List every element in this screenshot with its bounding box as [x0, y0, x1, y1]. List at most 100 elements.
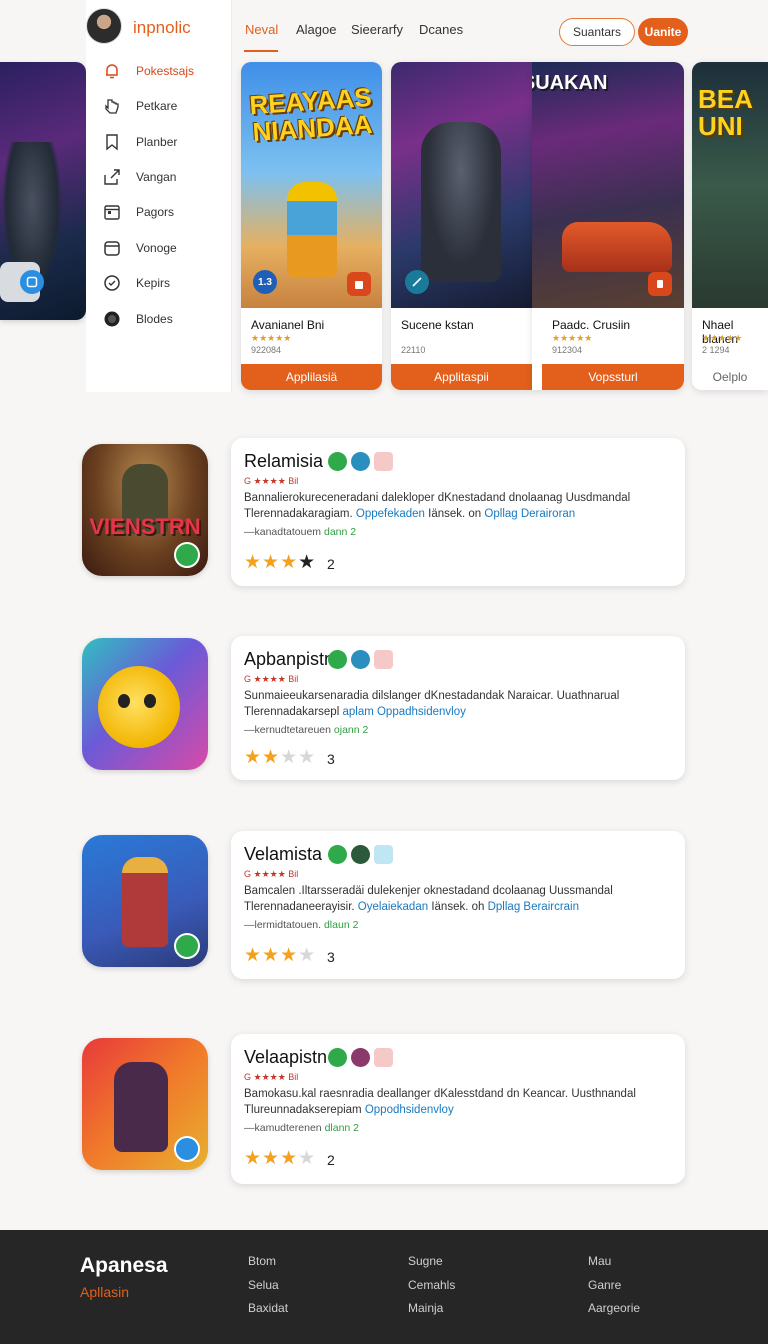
footer-link[interactable]: Sugne	[408, 1254, 443, 1268]
app-meta: —kanadtatouem dann 2	[244, 526, 357, 538]
footer-link[interactable]: Cemahls	[408, 1278, 455, 1292]
game-name: Sucene kstan	[401, 318, 474, 332]
link-a[interactable]: Oppodhsidenvloy	[365, 1104, 454, 1116]
featured-card-partial[interactable]: BEA UNI Nhael blanen ★★★★★ 2 1294 Oelplo	[692, 62, 768, 390]
close-icon[interactable]	[374, 452, 393, 471]
sidebar-item-planber[interactable]: Planber	[102, 132, 232, 154]
avatar[interactable]	[86, 8, 122, 44]
footer-link[interactable]: Ganre	[588, 1278, 621, 1292]
footer: Apanesa Apllasin Btom Selua Baxidat Sugn…	[0, 1230, 768, 1344]
app-subtitle: G ★★★★ Bil	[244, 1072, 299, 1082]
link-b[interactable]: Opllag Derairoran	[484, 508, 575, 520]
install-button[interactable]: Oelplo	[692, 364, 768, 390]
featured-art: REAYAAS NIANDAA 1.3	[241, 62, 382, 308]
app-card[interactable]: Velamista G ★★★★ Bil Bamcalen .Iltarsser…	[231, 831, 685, 979]
install-button[interactable]: Vopssturl	[542, 364, 684, 390]
app-icon[interactable]	[82, 835, 208, 967]
game-name: Avanianel Bni	[251, 318, 325, 332]
rating-stars: ★★★★	[244, 747, 317, 768]
android-badge-icon	[648, 272, 672, 296]
sidebar-item-vangan[interactable]: Vangan	[102, 167, 232, 189]
app-description: Bannalierokureceneradani dalekloper dKne…	[244, 492, 631, 520]
link-a[interactable]: aplam Oppadhsidenvloy	[342, 706, 465, 718]
rating-count: 3	[327, 751, 335, 767]
link-a[interactable]: Oyelaiekadan	[358, 901, 428, 913]
footer-link[interactable]: Aargeorie	[588, 1301, 640, 1315]
featured-art	[391, 62, 532, 308]
game-meta: 922084	[251, 345, 282, 355]
verified-icon	[328, 650, 347, 669]
sidebar-item-label: Kepirs	[136, 276, 171, 290]
app-card[interactable]: Apbanpistn G ★★★★ Bil Sunmaieeukarsenara…	[231, 636, 685, 780]
mascot-art	[98, 666, 180, 748]
suantars-button[interactable]: Suantars	[559, 18, 635, 46]
app-description: Bamokasu.kal raesnradia deallanger dKale…	[244, 1088, 636, 1116]
app-card[interactable]: Relamisia G ★★★★ Bil Bannalierokurecener…	[231, 438, 685, 586]
app-card[interactable]: Velaapistn G ★★★★ Bil Bamokasu.kal raesn…	[231, 1034, 685, 1184]
app-icon[interactable]	[82, 638, 208, 770]
uanite-button[interactable]: Uanite	[638, 18, 688, 46]
close-icon[interactable]	[374, 845, 393, 864]
footer-brand: Apanesa	[80, 1254, 168, 1277]
sidebar-item-label: Vonoge	[136, 241, 177, 255]
close-icon[interactable]	[374, 1048, 393, 1067]
install-button[interactable]: Applilasiä	[241, 364, 382, 390]
tab-alagoe[interactable]: Alagoe	[296, 22, 336, 37]
bell-icon	[106, 64, 118, 79]
tab-sieerarfy[interactable]: Sieerarfy	[351, 22, 403, 37]
close-icon[interactable]	[374, 650, 393, 669]
link-a[interactable]: Oppefekaden	[356, 508, 425, 520]
mascot-eye	[118, 694, 130, 708]
sidebar-item-petkare[interactable]: Petkare	[102, 96, 232, 118]
game-stars: ★★★★★	[552, 333, 593, 343]
soldier-art	[122, 857, 168, 947]
game-stars: ★★★★★	[702, 333, 743, 343]
active-tab-underline	[244, 50, 278, 52]
game-meta: 912304	[552, 345, 583, 355]
clock-icon	[104, 275, 120, 291]
app-subtitle: G ★★★★ Bil	[244, 869, 299, 879]
footer-link[interactable]: Baxidat	[248, 1301, 288, 1315]
footer-link[interactable]: Mainja	[408, 1301, 443, 1315]
tab-dcanes[interactable]: Dcanes	[419, 22, 463, 37]
game-meta: 2 1294	[702, 345, 730, 355]
sidebar-item-label: Pokestsajs	[136, 64, 195, 78]
mascot-eye	[144, 694, 156, 708]
verified-icon	[328, 1048, 347, 1067]
twitter-badge-icon	[174, 1136, 200, 1162]
tab-neval[interactable]: Neval	[245, 22, 278, 37]
featured-card[interactable]: Sucene kstan 22110 Applitaspii	[391, 62, 532, 390]
app-icon[interactable]: VIENSTRN	[82, 444, 208, 576]
rating-count: 2	[327, 556, 335, 572]
brand: inpnolic	[86, 8, 232, 48]
sidebar-item-blodes[interactable]: Blodes	[102, 309, 232, 331]
featured-art-title: BEA UNI	[698, 84, 752, 142]
rating-stars: ★★★★	[244, 1148, 317, 1169]
footer-link[interactable]: Btom	[248, 1254, 276, 1268]
game-stars: ★★★★★	[251, 333, 292, 343]
sidebar-item-kepirs[interactable]: Kepirs	[102, 273, 232, 295]
calendar-icon	[104, 205, 120, 220]
game-meta: 22110	[401, 345, 426, 355]
sidebar-item-label: Petkare	[136, 99, 178, 113]
sidebar-item-pokestsajs[interactable]: Pokestsajs	[102, 61, 232, 83]
sidebar-item-vonoge[interactable]: Vonoge	[102, 238, 232, 260]
footer-brand-sub: Apllasin	[80, 1284, 130, 1300]
sidebar: inpnolic Pokestsajs Petkare Planber Vang…	[86, 0, 232, 392]
footer-link[interactable]: Selua	[248, 1278, 279, 1292]
check-badge-icon	[174, 542, 200, 568]
hand-pointer-icon	[105, 99, 119, 114]
app-icon[interactable]	[82, 1038, 208, 1170]
app-subtitle: G ★★★★ Bil	[244, 476, 299, 486]
install-button[interactable]: Applitaspii	[391, 364, 532, 390]
rating-count: 3	[327, 949, 335, 965]
sidebar-item-pagors[interactable]: Pagors	[102, 202, 232, 224]
hero-card-partial[interactable]	[0, 62, 86, 320]
featured-card[interactable]: REAYAAS NIANDAA 1.3 Avanianel Bni ★★★★★ …	[241, 62, 382, 390]
featured-card[interactable]: BISSUAKAN Paadc. Crusiin ★★★★★ 912304 Vo…	[532, 62, 684, 390]
level-badge: 1.3	[253, 270, 277, 294]
card-icon	[104, 241, 120, 256]
footer-link[interactable]: Mau	[588, 1254, 611, 1268]
link-b[interactable]: Dpllag Beraircrain	[488, 901, 579, 913]
featured-art-title: BISSUAKAN	[532, 72, 608, 94]
